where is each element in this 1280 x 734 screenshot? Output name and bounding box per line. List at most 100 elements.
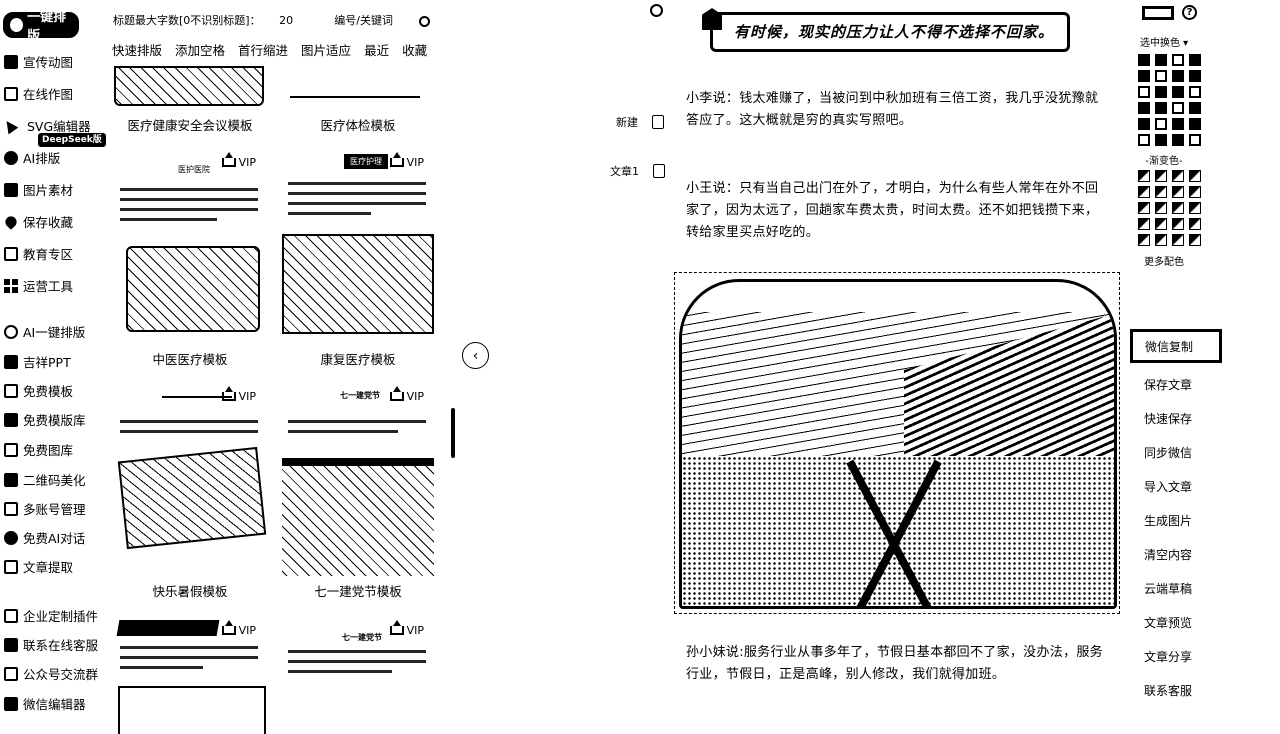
color-swatch[interactable] <box>1155 54 1167 66</box>
quick-save-button[interactable]: 快速保存 <box>1144 410 1192 427</box>
search-icon[interactable] <box>419 15 431 27</box>
template-card[interactable]: 七一建党节 VIP 七一建党节模板 <box>280 382 436 608</box>
gradient-swatch[interactable] <box>1155 186 1167 198</box>
gradient-swatch[interactable] <box>1155 218 1167 230</box>
sidebar-item-group[interactable]: 公众号交流群 <box>4 664 98 683</box>
color-swatch[interactable] <box>1172 118 1184 130</box>
clear-content-button[interactable]: 清空内容 <box>1144 546 1192 563</box>
sidebar-item-education[interactable]: 教育专区 <box>4 244 73 263</box>
paragraph[interactable]: 孙小妹说:服务行业从事多年了，节假日基本都回不了家，没办法，服务行业，节假日，正… <box>686 642 1106 686</box>
settings-gear-icon[interactable] <box>650 4 663 17</box>
gradient-swatch[interactable] <box>1138 170 1150 182</box>
title-limit-input[interactable]: 20 <box>264 14 308 27</box>
gradient-swatch[interactable] <box>1172 234 1184 246</box>
gradient-swatch[interactable] <box>1189 202 1201 214</box>
color-swatch[interactable] <box>1138 54 1150 66</box>
sidebar-item-favorites[interactable]: 保存收藏 <box>3 212 73 231</box>
save-article-button[interactable]: 保存文章 <box>1144 376 1192 393</box>
article-tab[interactable]: 文章1 <box>610 163 665 179</box>
sidebar-item-support[interactable]: 联系在线客服 <box>4 635 98 654</box>
sidebar-item-ppt[interactable]: 吉祥PPT <box>4 352 71 371</box>
template-card[interactable]: 七一建党节 VIP <box>280 616 436 734</box>
gradient-swatch[interactable] <box>1189 234 1201 246</box>
color-swatch[interactable] <box>1138 70 1150 82</box>
color-swatch[interactable] <box>1138 102 1150 114</box>
color-swatch[interactable] <box>1155 102 1167 114</box>
color-swatch[interactable] <box>1189 134 1201 146</box>
gradient-swatch[interactable] <box>1172 186 1184 198</box>
color-swatch[interactable] <box>1155 86 1167 98</box>
gradient-swatch[interactable] <box>1172 202 1184 214</box>
tab-favorites[interactable]: 收藏 <box>402 40 427 59</box>
color-swatch[interactable] <box>1172 102 1184 114</box>
sidebar-item-qrcode[interactable]: 二维码美化 <box>4 470 86 489</box>
gradient-swatch[interactable] <box>1172 218 1184 230</box>
one-click-layout-button[interactable]: 一键排版 <box>3 10 79 44</box>
help-icon[interactable]: ? <box>1182 5 1197 20</box>
article-editor[interactable]: 有时候，现实的压力让人不得不选择不回家。 小李说：钱太难赚了，当被问到中秋加班有… <box>672 0 1122 734</box>
color-swatch[interactable] <box>1189 86 1201 98</box>
template-search-input[interactable]: 编号/关键词 <box>324 12 404 28</box>
color-swatch[interactable] <box>1155 134 1167 146</box>
import-article-button[interactable]: 导入文章 <box>1144 478 1192 495</box>
gradient-swatch[interactable] <box>1155 170 1167 182</box>
sidebar-item-wechat-editor[interactable]: 微信编辑器 <box>4 694 86 713</box>
sidebar-item-gif[interactable]: 宣传动图 <box>4 52 73 71</box>
wechat-copy-button[interactable]: 微信复制 <box>1130 329 1222 363</box>
cloud-drafts-button[interactable]: 云端草稿 <box>1144 580 1192 597</box>
more-colors-link[interactable]: 更多配色 <box>1144 253 1184 268</box>
tab-quick-layout[interactable]: 快速排版 <box>112 40 162 59</box>
color-swatch[interactable] <box>1155 118 1167 130</box>
sync-wechat-button[interactable]: 同步微信 <box>1144 444 1192 461</box>
gradient-swatch[interactable] <box>1155 234 1167 246</box>
template-card[interactable]: 医疗体检模板 <box>280 62 436 138</box>
color-swatch[interactable] <box>1189 118 1201 130</box>
gradient-swatch[interactable] <box>1172 170 1184 182</box>
color-swatch[interactable] <box>1138 118 1150 130</box>
template-scrollbar[interactable] <box>451 408 455 458</box>
color-swatch[interactable] <box>1189 70 1201 82</box>
gradient-swatch[interactable] <box>1189 186 1201 198</box>
new-article-button[interactable]: 新建 <box>616 114 664 130</box>
sidebar-item-extract[interactable]: 文章提取 <box>4 557 73 576</box>
sidebar-item-ai-layout[interactable]: AI排版 <box>4 148 60 167</box>
article-share-button[interactable]: 文章分享 <box>1144 648 1192 665</box>
color-swatch[interactable] <box>1172 54 1184 66</box>
collapse-panel-button[interactable]: ‹ <box>462 342 489 369</box>
tab-first-line-indent[interactable]: 首行缩进 <box>238 40 288 59</box>
gradient-swatch[interactable] <box>1138 186 1150 198</box>
template-card[interactable]: 医疗护理 VIP 康复医疗模板 <box>280 148 436 376</box>
color-swatch[interactable] <box>1189 54 1201 66</box>
tab-recent[interactable]: 最近 <box>364 40 389 59</box>
color-swatch[interactable] <box>1172 70 1184 82</box>
color-swatch[interactable] <box>1189 102 1201 114</box>
current-color-swatch[interactable] <box>1142 6 1174 20</box>
sidebar-item-ai-one-click[interactable]: AI一键排版 <box>4 322 85 341</box>
generate-image-button[interactable]: 生成图片 <box>1144 512 1192 529</box>
template-card[interactable]: VIP <box>112 616 268 734</box>
sidebar-item-draw[interactable]: 在线作图 <box>4 84 73 103</box>
color-swatch[interactable] <box>1172 86 1184 98</box>
sidebar-item-free-templates[interactable]: 免费模板 <box>4 381 73 400</box>
paragraph[interactable]: 小王说：只有当自己出门在外了，才明白，为什么有些人常年在外不回家了，因为太远了，… <box>686 178 1106 244</box>
color-swatch[interactable] <box>1138 86 1150 98</box>
template-card[interactable]: 医护医院 VIP 中医医疗模板 <box>112 148 268 376</box>
gradient-swatch[interactable] <box>1138 202 1150 214</box>
tab-image-fit[interactable]: 图片适应 <box>301 40 351 59</box>
sidebar-item-ai-chat[interactable]: 免费AI对话 <box>4 528 85 547</box>
color-swatch[interactable] <box>1172 134 1184 146</box>
railway-image[interactable] <box>674 272 1120 614</box>
gradient-swatch[interactable] <box>1189 170 1201 182</box>
color-swatch[interactable] <box>1155 70 1167 82</box>
sidebar-item-image-assets[interactable]: 图片素材 <box>4 180 73 199</box>
color-swatch[interactable] <box>1138 134 1150 146</box>
template-card[interactable]: 医疗健康安全会议模板 <box>112 62 268 138</box>
gradient-swatch[interactable] <box>1138 234 1150 246</box>
sidebar-item-gallery[interactable]: 免费图库 <box>4 440 73 459</box>
sidebar-item-accounts[interactable]: 多账号管理 <box>4 499 86 518</box>
paragraph[interactable]: 小李说：钱太难赚了，当被问到中秋加班有三倍工资，我几乎没犹豫就答应了。这大概就是… <box>686 88 1106 132</box>
sidebar-item-enterprise-plugin[interactable]: 企业定制插件 <box>4 606 98 625</box>
tab-add-space[interactable]: 添加空格 <box>175 40 225 59</box>
template-card[interactable]: VIP 快乐暑假模板 <box>112 382 268 608</box>
gradient-swatch[interactable] <box>1138 218 1150 230</box>
